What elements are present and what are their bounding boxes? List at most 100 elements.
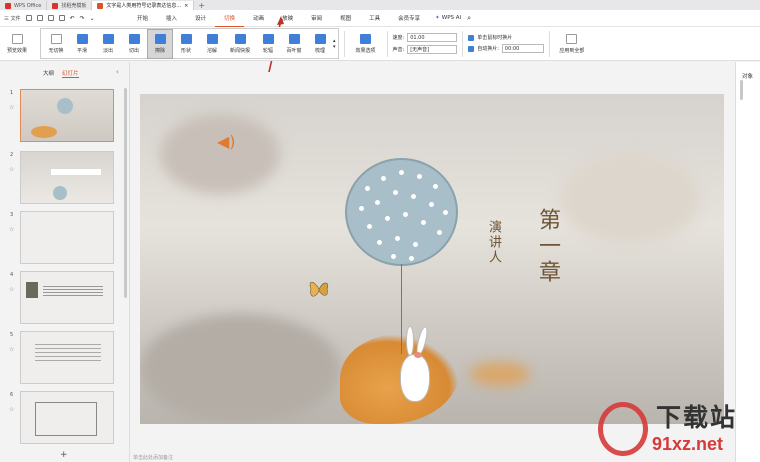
- effect-wheel[interactable]: 轮辐: [255, 29, 281, 59]
- gallery-scroll-icon[interactable]: ▴ ▾: [333, 38, 336, 50]
- tab-review[interactable]: 审阅: [302, 10, 331, 27]
- options-icon: [360, 33, 372, 44]
- tab-slides[interactable]: 幻灯片: [62, 69, 79, 78]
- slide-canvas[interactable]: ◀) 第一章 演讲人: [140, 94, 724, 424]
- star-icon: ☆: [9, 406, 15, 413]
- effect-options-button[interactable]: 效果选项: [350, 29, 382, 59]
- object-panel-label[interactable]: 对象: [742, 72, 753, 80]
- bunny-body: [400, 354, 430, 402]
- divider: [343, 30, 345, 57]
- effect-fade[interactable]: 淡出: [95, 29, 121, 59]
- slide-thumb-2[interactable]: [20, 151, 114, 204]
- tab-tools[interactable]: 工具: [360, 10, 389, 27]
- chapter-title[interactable]: 第一章: [531, 208, 563, 286]
- speed-input[interactable]: 01.00: [407, 33, 458, 42]
- on-click-checkbox[interactable]: [468, 34, 475, 41]
- sidebar-scrollbar[interactable]: [740, 80, 743, 100]
- chevron-down-icon[interactable]: ⌄: [90, 15, 95, 22]
- bokeh: [160, 114, 280, 194]
- preview-effect-button[interactable]: 预览效果: [0, 29, 34, 59]
- ppt-icon: [97, 2, 104, 9]
- flower-dot: [385, 216, 390, 221]
- collapse-icon[interactable]: ‹: [116, 68, 119, 76]
- add-slide-button[interactable]: +: [60, 450, 68, 460]
- flower-dot: [391, 254, 396, 259]
- effect-comb[interactable]: 梳理: [307, 29, 333, 59]
- effect-none[interactable]: 无切换: [43, 29, 69, 59]
- slide-thumb-4[interactable]: [20, 271, 114, 324]
- slide-thumb-1[interactable]: [20, 89, 114, 142]
- photo-thumb: [26, 282, 38, 298]
- preview-icon[interactable]: [58, 15, 65, 21]
- sound-select[interactable]: [无声音]: [407, 45, 458, 54]
- thumb-bar: [51, 169, 101, 175]
- balloon-thumb: [53, 186, 67, 200]
- save-icon[interactable]: [25, 15, 32, 21]
- flower-dot: [443, 210, 448, 215]
- slide-thumb-5[interactable]: [20, 331, 114, 384]
- frame-thumb: [35, 402, 97, 436]
- export-icon[interactable]: [36, 15, 43, 21]
- tab-outline[interactable]: 大纲: [43, 69, 54, 78]
- comb-effect-icon: [314, 33, 326, 44]
- wps-ai-button[interactable]: ✦ WPS AI: [429, 15, 467, 21]
- effect-blinds[interactable]: 百叶窗: [281, 29, 307, 59]
- menu-bar: 三 文件 ↶ ↷ ⌄ 开始 插入 设计 切换 动画 放映 审阅 视图 工具 会员…: [0, 10, 760, 27]
- speaker-label[interactable]: 演讲人: [484, 220, 503, 265]
- apply-all-button[interactable]: 应用到全部: [555, 29, 589, 59]
- close-icon[interactable]: ×: [184, 3, 188, 9]
- flower-dot: [403, 212, 408, 217]
- slide-panel: 大纲 幻灯片 ‹ 1 ☆ 2 ☆ 3 ☆ 4 ☆ 5 ☆ 6 ☆ +: [0, 62, 130, 462]
- balloon-thumb: [57, 98, 73, 114]
- flower-dot: [377, 240, 382, 245]
- watermark-url: 91xz.net: [652, 434, 724, 454]
- tab-view[interactable]: 视图: [331, 10, 360, 27]
- tab-home[interactable]: 开始: [128, 10, 157, 27]
- effect-shape[interactable]: 形状: [173, 29, 199, 59]
- none-effect-icon: [50, 33, 62, 44]
- tab-member[interactable]: 会员专享: [389, 10, 429, 27]
- watermark-logo: [598, 402, 648, 456]
- wheel-effect-icon: [262, 33, 274, 44]
- panel-scrollbar[interactable]: [124, 88, 127, 298]
- flower-dot: [399, 170, 404, 175]
- effect-wipe[interactable]: 擦除: [147, 28, 173, 59]
- notes-placeholder[interactable]: 单击此处添加备注: [133, 454, 173, 461]
- redo-icon[interactable]: ↷: [80, 15, 85, 22]
- undo-icon[interactable]: ↶: [70, 15, 75, 22]
- file-menu[interactable]: 三 文件: [4, 15, 21, 22]
- flower-dot: [433, 184, 438, 189]
- effect-smooth[interactable]: 平滑: [69, 29, 95, 59]
- bokeh: [560, 154, 700, 244]
- speaker-icon[interactable]: ◀): [217, 132, 236, 151]
- auto-advance-checkbox[interactable]: [468, 45, 475, 52]
- tab-design[interactable]: 设计: [186, 10, 215, 27]
- search-icon[interactable]: ⌕: [467, 14, 471, 23]
- flower-dot: [417, 174, 422, 179]
- effect-cut[interactable]: 切出: [121, 29, 147, 59]
- effect-dissolve[interactable]: 溶解: [199, 29, 225, 59]
- print-icon[interactable]: [47, 15, 54, 21]
- tab-wps-office[interactable]: WPS Office: [0, 1, 48, 10]
- text-lines: [43, 286, 103, 287]
- bunny-ear: [406, 326, 414, 356]
- tab-templates[interactable]: 找稻壳模板: [47, 1, 93, 10]
- flower-dot: [381, 176, 386, 181]
- advance-group: 单击鼠标时换片 自动换片: 00:00: [468, 34, 544, 53]
- watermark-title: 下载站: [656, 403, 738, 432]
- watermark: 下载站 91xz.net: [590, 398, 760, 462]
- blinds-effect-icon: [288, 33, 300, 44]
- slide-thumb-6[interactable]: [20, 391, 114, 444]
- star-icon: ☆: [9, 226, 15, 233]
- smooth-effect-icon: [76, 33, 88, 44]
- shape-effect-icon: [180, 33, 192, 44]
- tab-insert[interactable]: 插入: [157, 10, 186, 27]
- tab-transitions[interactable]: 切换: [215, 10, 245, 27]
- flower-crown: [414, 352, 422, 358]
- auto-time-input[interactable]: 00:00: [501, 44, 544, 53]
- flower-dot: [421, 220, 426, 225]
- text-lines: [35, 344, 101, 345]
- divider: [548, 30, 550, 57]
- slide-thumb-3[interactable]: [20, 211, 114, 264]
- effect-news[interactable]: 新闻快报: [225, 29, 255, 59]
